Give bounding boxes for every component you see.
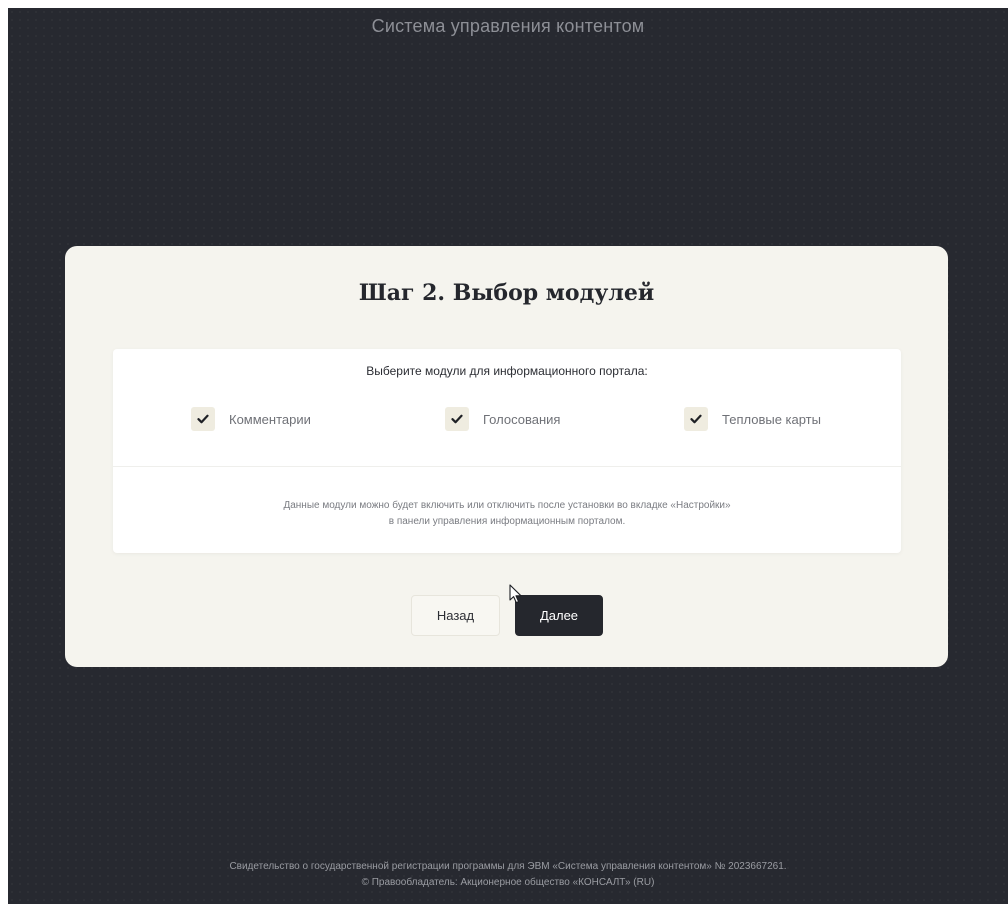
modules-note-line-2: в панели управления информационным порта… [388, 516, 626, 527]
footer: Свидетельство о государственной регистра… [8, 859, 1008, 891]
check-icon [197, 414, 209, 424]
setup-wizard-card: Шаг 2. Выбор модулей Выберите модули для… [65, 246, 948, 667]
footer-copyright: © Правообладатель: Акционерное общество … [361, 877, 655, 888]
module-option-heatmaps[interactable]: Тепловые карты [684, 406, 821, 432]
module-option-comments[interactable]: Комментарии [191, 406, 311, 432]
installer-screen: Система управления контентом Шаг 2. Выбо… [8, 8, 1008, 904]
back-button[interactable]: Назад [411, 595, 500, 636]
voting-checkbox[interactable] [445, 407, 469, 431]
module-label-heatmaps: Тепловые карты [722, 411, 821, 427]
module-option-voting[interactable]: Голосования [445, 406, 560, 432]
modules-prompt: Выберите модули для информационного порт… [366, 364, 648, 378]
check-icon [690, 414, 702, 424]
app-title: Система управления контентом [371, 16, 645, 36]
check-icon [451, 414, 463, 424]
next-button[interactable]: Далее [515, 595, 603, 636]
step-title: Шаг 2. Выбор модулей [358, 280, 655, 306]
module-label-voting: Голосования [483, 411, 561, 427]
modules-note: Данные модули можно будет включить или о… [113, 498, 901, 530]
heatmaps-checkbox[interactable] [684, 407, 708, 431]
module-label-comments: Комментарии [229, 411, 311, 427]
panel-divider [113, 466, 901, 467]
footer-registration: Свидетельство о государственной регистра… [229, 861, 787, 872]
comments-checkbox[interactable] [191, 407, 215, 431]
modules-note-line-1: Данные модули можно будет включить или о… [283, 500, 731, 511]
mouse-cursor-icon [509, 584, 523, 609]
modules-panel: Выберите модули для информационного порт… [113, 349, 901, 553]
